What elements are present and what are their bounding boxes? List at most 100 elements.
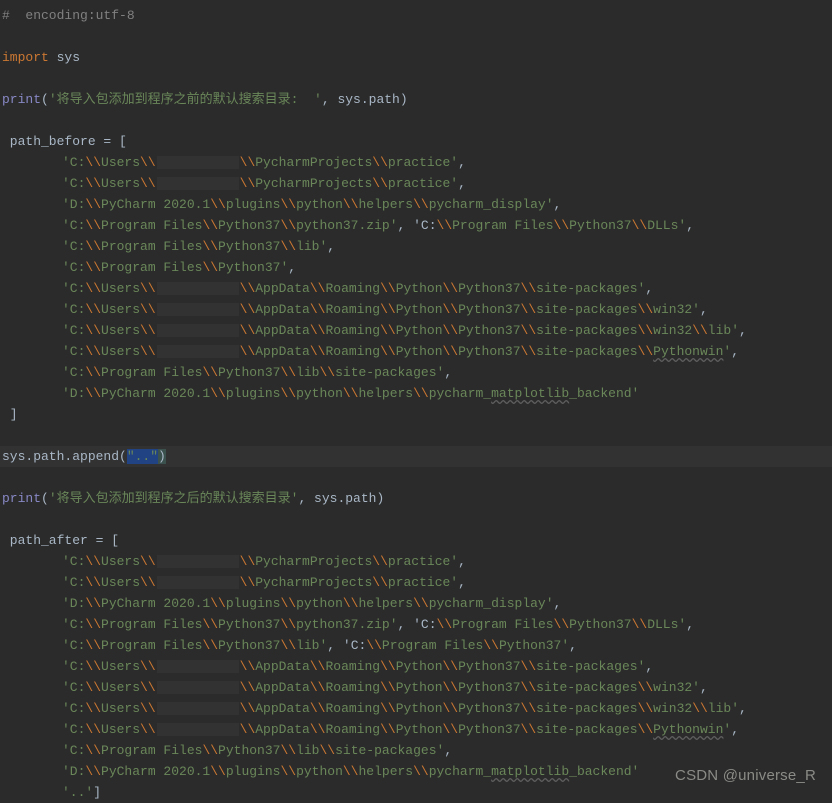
- str: site-packages: [536, 344, 637, 359]
- str: Python: [396, 701, 443, 716]
- code-line[interactable]: 'C:\\Program Files\\Python37\\lib', 'C:\…: [0, 635, 832, 656]
- var-assign: path_before = [: [2, 134, 127, 149]
- str: site-packages': [536, 659, 645, 674]
- str: 'C:: [62, 722, 85, 737]
- str: Python37: [458, 680, 520, 695]
- str: win32': [653, 302, 700, 317]
- print-args: , sys.path): [298, 491, 384, 506]
- str: AppData: [255, 701, 310, 716]
- code-line[interactable]: 'C:\\Users\\\\PycharmProjects\\practice'…: [0, 551, 832, 572]
- code-line[interactable]: 'C:\\Users\\\\AppData\\Roaming\\Python\\…: [0, 299, 832, 320]
- str: Python37: [569, 617, 631, 632]
- code-line[interactable]: print('将导入包添加到程序之前的默认搜索目录: ', sys.path): [0, 89, 832, 110]
- code-line[interactable]: 'C:\\Program Files\\Python37\\lib\\site-…: [0, 362, 832, 383]
- str: helpers: [358, 386, 413, 401]
- str: Python37: [458, 302, 520, 317]
- str: Python37: [218, 638, 280, 653]
- watermark-text: CSDN @universe_R: [675, 765, 816, 786]
- str: Users: [101, 575, 140, 590]
- blank-line[interactable]: [0, 509, 832, 530]
- code-line[interactable]: 'C:\\Users\\\\AppData\\Roaming\\Python\\…: [0, 278, 832, 299]
- redacted-username: [157, 555, 239, 568]
- str: Program Files: [101, 218, 202, 233]
- str: Users: [101, 323, 140, 338]
- str: AppData: [255, 722, 310, 737]
- str: Roaming: [325, 323, 380, 338]
- str: PyCharm 2020.1: [101, 386, 210, 401]
- code-line[interactable]: 'C:\\Program Files\\Python37\\lib',: [0, 236, 832, 257]
- str: Program Files: [101, 260, 202, 275]
- code-line[interactable]: 'C:\\Users\\\\AppData\\Roaming\\Python\\…: [0, 698, 832, 719]
- str: Program Files: [101, 239, 202, 254]
- module-sys: sys: [49, 50, 80, 65]
- str: lib': [296, 239, 327, 254]
- str: Python37: [218, 239, 280, 254]
- code-line[interactable]: 'C:\\Users\\\\PycharmProjects\\practice'…: [0, 152, 832, 173]
- str: Python: [396, 302, 443, 317]
- str: Roaming: [325, 344, 380, 359]
- str: PyCharm 2020.1: [101, 197, 210, 212]
- code-line[interactable]: 'C:\\Program Files\\Python37',: [0, 257, 832, 278]
- blank-line[interactable]: [0, 68, 832, 89]
- str: Python37: [218, 743, 280, 758]
- code-line[interactable]: 'D:\\PyCharm 2020.1\\plugins\\python\\he…: [0, 194, 832, 215]
- highlighted-line[interactable]: sys.path.append(".."): [0, 446, 832, 467]
- code-line[interactable]: 'C:\\Users\\\\PycharmProjects\\practice'…: [0, 173, 832, 194]
- str: Roaming: [325, 302, 380, 317]
- str: 'C:: [62, 743, 85, 758]
- code-line[interactable]: path_before = [: [0, 131, 832, 152]
- code-line[interactable]: 'D:\\PyCharm 2020.1\\plugins\\python\\he…: [0, 593, 832, 614]
- redacted-username: [157, 177, 239, 190]
- str: Roaming: [325, 701, 380, 716]
- str: python37.zip': [296, 218, 397, 233]
- blank-line[interactable]: [0, 425, 832, 446]
- str: helpers: [358, 197, 413, 212]
- code-line[interactable]: print('将导入包添加到程序之后的默认搜索目录', sys.path): [0, 488, 832, 509]
- str: 'D:: [62, 197, 85, 212]
- code-line[interactable]: 'C:\\Program Files\\Python37\\lib\\site-…: [0, 740, 832, 761]
- str: 'C:: [62, 218, 85, 233]
- code-line[interactable]: 'C:\\Users\\\\AppData\\Roaming\\Python\\…: [0, 320, 832, 341]
- code-line[interactable]: 'C:\\Program Files\\Python37\\python37.z…: [0, 215, 832, 236]
- str: lib': [296, 638, 327, 653]
- str: _backend': [569, 764, 639, 779]
- str: 'C:: [62, 659, 85, 674]
- str: 'C:: [62, 554, 85, 569]
- str: practice': [388, 155, 458, 170]
- blank-line[interactable]: [0, 110, 832, 131]
- str: Users: [101, 155, 140, 170]
- str: PycharmProjects: [255, 176, 372, 191]
- code-line[interactable]: ]: [0, 404, 832, 425]
- str: site-packages: [536, 680, 637, 695]
- str: helpers: [358, 764, 413, 779]
- string-literal: "..": [127, 449, 158, 464]
- str: python: [296, 197, 343, 212]
- redacted-username: [157, 345, 239, 358]
- code-line[interactable]: import sys: [0, 47, 832, 68]
- str: plugins: [226, 764, 281, 779]
- code-line[interactable]: # encoding:utf-8: [0, 5, 832, 26]
- blank-line[interactable]: [0, 26, 832, 47]
- code-line[interactable]: 'C:\\Users\\\\PycharmProjects\\practice'…: [0, 572, 832, 593]
- blank-line[interactable]: [0, 467, 832, 488]
- str: 'D:: [62, 386, 85, 401]
- str: Python: [396, 344, 443, 359]
- code-line[interactable]: 'C:\\Program Files\\Python37\\python37.z…: [0, 614, 832, 635]
- code-line[interactable]: 'C:\\Users\\\\AppData\\Roaming\\Python\\…: [0, 677, 832, 698]
- str: helpers: [358, 596, 413, 611]
- str: 'C:: [62, 344, 85, 359]
- str: Python: [396, 680, 443, 695]
- code-line[interactable]: 'C:\\Users\\\\AppData\\Roaming\\Python\\…: [0, 656, 832, 677]
- str: AppData: [255, 659, 310, 674]
- code-line[interactable]: 'C:\\Users\\\\AppData\\Roaming\\Python\\…: [0, 719, 832, 740]
- str: Python37': [218, 260, 288, 275]
- code-line[interactable]: 'D:\\PyCharm 2020.1\\plugins\\python\\he…: [0, 383, 832, 404]
- code-line[interactable]: 'C:\\Users\\\\AppData\\Roaming\\Python\\…: [0, 341, 832, 362]
- str: plugins: [226, 386, 281, 401]
- str: 'C:: [62, 155, 85, 170]
- str: pycharm_: [429, 386, 491, 401]
- code-line[interactable]: path_after = [: [0, 530, 832, 551]
- str: plugins: [226, 596, 281, 611]
- str: pycharm_: [429, 764, 491, 779]
- str: Roaming: [325, 281, 380, 296]
